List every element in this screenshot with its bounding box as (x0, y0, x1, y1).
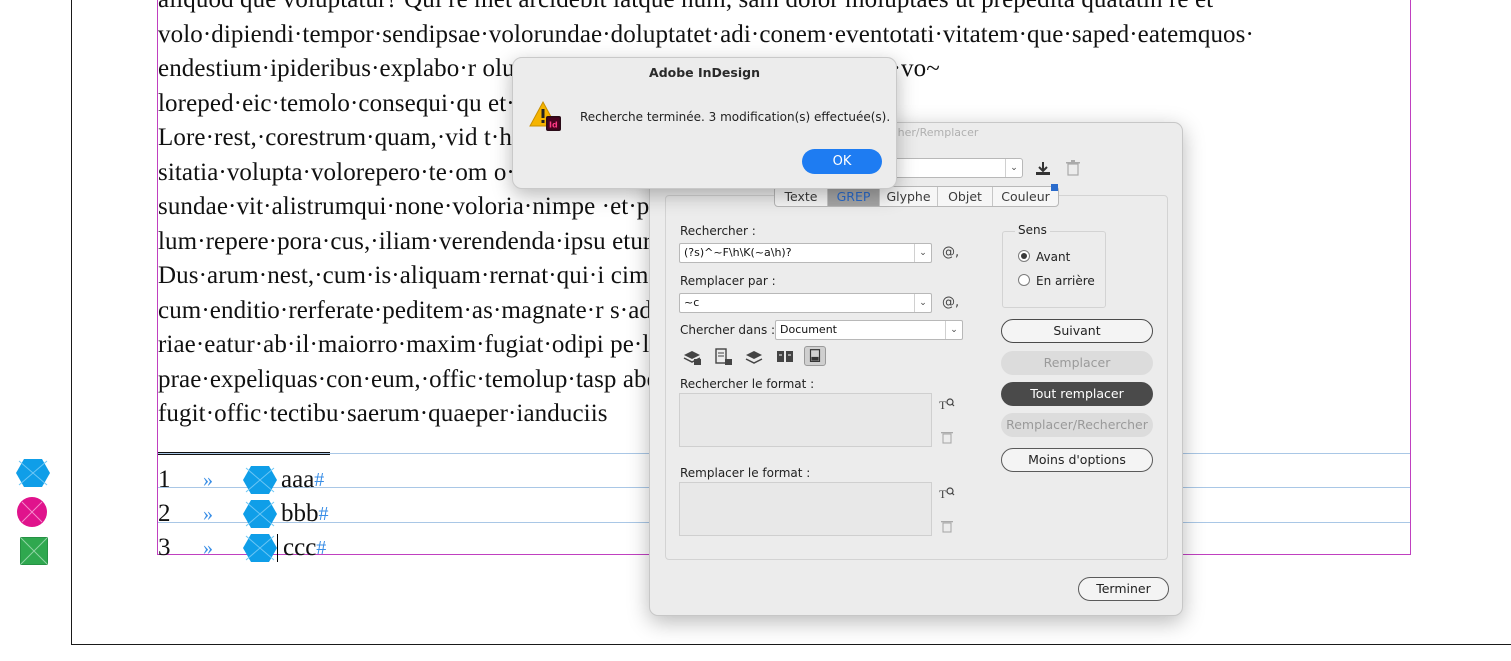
search-value: (?s)^~F\h\K(~a\h)? (684, 246, 792, 259)
footnote-number: 2 (158, 500, 171, 527)
chevron-down-icon: ⌄ (945, 321, 962, 339)
locked-layers-icon[interactable] (681, 347, 703, 367)
svg-text:T: T (939, 487, 947, 501)
tab-grep[interactable]: GREP (827, 187, 879, 206)
footnote-text: bbb (281, 500, 319, 527)
tab-objet[interactable]: Objet (937, 187, 992, 206)
direction-backward-radio[interactable] (1018, 274, 1030, 286)
trash-icon[interactable] (939, 518, 955, 534)
alert-title: Adobe InDesign (649, 65, 760, 80)
search-type-tabs: Texte GREP Glyphe Objet Couleur (774, 186, 1059, 207)
save-query-icon[interactable] (1035, 159, 1051, 177)
footnote-line[interactable]: 2 » bbb # (158, 497, 329, 531)
delete-query-icon[interactable] (1066, 159, 1080, 177)
chevron-down-icon: ⌄ (1005, 159, 1022, 177)
text-line: aliquod que voluptatur? Qui re met arcid… (158, 0, 1404, 18)
page-edge-left (71, 0, 72, 645)
footnote-number: 1 (158, 466, 171, 493)
find-replace-dialog: Rechercher/Remplacer ⌄ Texte GREP Glyphe… (649, 122, 1183, 616)
end-of-story-mark: # (314, 468, 325, 491)
alert-dialog: Adobe InDesign Id Recherche terminée. 3 … (512, 57, 897, 189)
hexagon-anchored-object[interactable] (243, 533, 277, 563)
tab-texte[interactable]: Texte (775, 187, 827, 206)
find-format-label: Rechercher le format : (680, 377, 815, 391)
fewer-options-button[interactable]: Moins d'options (1001, 448, 1153, 472)
replace-value: ~c (684, 296, 700, 309)
text-cursor (277, 534, 278, 562)
tab-couleur[interactable]: Couleur (992, 187, 1058, 206)
search-in-select[interactable]: Document ⌄ (775, 320, 963, 340)
text-line: volo·dipiendi·tempor·sendipsae·volorunda… (158, 20, 1254, 48)
replace-format-box[interactable] (679, 482, 932, 536)
locked-stories-icon[interactable] (712, 347, 734, 367)
trash-icon[interactable] (939, 429, 955, 445)
search-label: Rechercher : (680, 224, 756, 238)
chevron-down-icon[interactable]: ⌄ (914, 244, 931, 262)
warning-icon: Id (529, 100, 561, 131)
replace-format-label: Remplacer le format : (680, 466, 811, 480)
direction-title: Sens (1015, 223, 1050, 237)
direction-forward-label: Avant (1036, 250, 1071, 264)
hexagon-anchored-object[interactable] (243, 499, 277, 529)
footnote-line[interactable]: 1 » aaa # (158, 463, 324, 497)
footnote-text: ccc (283, 534, 317, 561)
search-in-value: Document (780, 323, 837, 336)
indesign-badge: Id (549, 121, 558, 130)
end-of-story-mark: # (318, 502, 329, 525)
footnotes-icon (809, 349, 821, 362)
text-line-content: lum·repere·pora·cus,·iliam·verendenda·ip… (158, 227, 663, 255)
footnotes-toggle-button[interactable] (804, 346, 826, 366)
page-edge-bottom (71, 644, 1511, 645)
next-button[interactable]: Suivant (1001, 319, 1153, 343)
chevron-down-icon[interactable]: ⌄ (914, 294, 931, 312)
replace-field[interactable]: ~c ⌄ (679, 293, 932, 313)
master-pages-icon[interactable] (774, 347, 796, 367)
direction-group (1002, 231, 1106, 308)
text-line-content: loreped·eic·temolo·consequi·qu et·lat. (158, 89, 547, 117)
magenta-circle-pasteboard-icon[interactable] (16, 496, 48, 528)
hexagon-anchored-object[interactable] (243, 465, 277, 495)
footnote-text: aaa (281, 466, 315, 493)
footnote-line[interactable]: 3 » ccc # (158, 531, 326, 565)
replace-label: Remplacer par : (680, 274, 776, 288)
search-in-label: Chercher dans : (680, 323, 776, 337)
footnote-number: 3 (158, 534, 171, 561)
replace-button[interactable]: Remplacer (1001, 351, 1153, 375)
replace-all-button[interactable]: Tout remplacer (1001, 382, 1153, 406)
special-chars-icon[interactable]: @, (942, 295, 959, 310)
tab-indicator (1051, 184, 1058, 191)
query-select[interactable]: ⌄ (891, 158, 1023, 178)
svg-text:T: T (939, 398, 947, 412)
hidden-layers-icon[interactable] (743, 347, 765, 367)
replace-find-button[interactable]: Remplacer/Rechercher (1001, 413, 1153, 437)
end-of-story-mark: # (316, 536, 327, 559)
alert-message: Recherche terminée. 3 modification(s) ef… (580, 110, 891, 124)
green-square-pasteboard-icon[interactable] (20, 537, 48, 565)
direction-forward-radio[interactable] (1018, 250, 1030, 262)
tab-mark: » (203, 502, 213, 525)
search-field[interactable]: (?s)^~F\h\K(~a\h)? ⌄ (679, 243, 932, 263)
direction-backward-label: En arrière (1036, 274, 1095, 288)
hexagon-pasteboard-icon[interactable] (16, 458, 50, 488)
tab-mark: » (203, 536, 213, 559)
special-chars-icon[interactable]: @, (942, 245, 959, 260)
find-format-box[interactable] (679, 393, 932, 447)
format-search-icon[interactable]: T (939, 396, 955, 412)
tab-glyphe[interactable]: Glyphe (879, 187, 937, 206)
ok-button[interactable]: OK (802, 149, 882, 174)
done-button[interactable]: Terminer (1078, 577, 1169, 601)
tab-mark: » (203, 468, 213, 491)
format-search-icon[interactable]: T (939, 485, 955, 501)
